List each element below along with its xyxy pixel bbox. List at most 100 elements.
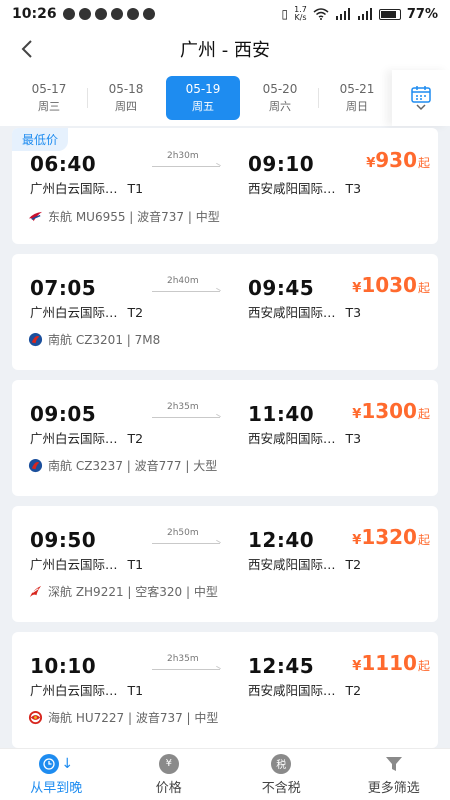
arrival-airport: 西安咸阳国际… T3	[248, 431, 362, 446]
arrival-airport: 西安咸阳国际… T3	[248, 181, 362, 196]
flight-list: 最低价 06:40 2h30m 09:10 ¥930起 广州白云国际… T1 西安…	[0, 126, 450, 748]
duration-line	[152, 417, 220, 418]
duration-line	[152, 291, 220, 292]
price-suffix: 起	[417, 533, 430, 547]
duration-line	[152, 543, 220, 544]
date-tab[interactable]: 05-18 周四	[87, 76, 163, 120]
tax-icon: 税	[271, 753, 292, 774]
date-tab[interactable]: 05-20 周六	[243, 76, 317, 120]
clock-icon	[39, 753, 60, 774]
duration-line	[152, 166, 220, 167]
date-tab-selected[interactable]: 05-19 周五	[166, 76, 240, 120]
price-value: 1030	[361, 273, 417, 297]
arrival-terminal: T2	[345, 683, 362, 698]
flight-card[interactable]: 07:05 2h40m 09:45 ¥1030起 广州白云国际… T2 西安咸阳国…	[12, 254, 438, 370]
date-tab[interactable]: 05-21 周日	[318, 76, 394, 120]
network-speed: 1.7 K/s	[294, 5, 307, 22]
price-sort-button[interactable]: ¥ 价格	[113, 749, 226, 800]
battery-icon	[378, 8, 401, 20]
price-value: 1300	[361, 399, 417, 423]
departure-airport: 广州白云国际… T1	[30, 181, 144, 196]
airline-info: 南航 CZ3237 | 波音777 | 大型	[28, 457, 217, 474]
price-sort-label: 价格	[155, 780, 182, 796]
price-suffix: 起	[417, 659, 430, 673]
china-southern-logo-icon	[28, 332, 43, 347]
arrival-airport: 西安咸阳国际… T3	[248, 305, 362, 320]
price-suffix: 起	[417, 156, 430, 170]
airline-info: 海航 HU7227 | 波音737 | 中型	[28, 709, 218, 726]
date-label: 05-21	[339, 82, 375, 96]
alarm-icon	[126, 8, 139, 20]
price: ¥1320起	[352, 525, 430, 549]
price-value: 930	[375, 148, 417, 172]
hainan-airlines-logo-icon	[28, 710, 43, 725]
status-time: 10:26	[12, 6, 57, 22]
sort-label: 从早到晚	[30, 780, 83, 796]
flight-duration: 2h30m	[167, 151, 199, 161]
departure-terminal: T1	[127, 683, 144, 698]
airline-info: 东航 MU6955 | 波音737 | 中型	[28, 208, 220, 225]
signal-icon	[357, 8, 372, 20]
flight-duration: 2h35m	[167, 654, 199, 664]
no-tax-label: 不含税	[261, 780, 301, 796]
departure-airport: 广州白云国际… T1	[30, 683, 144, 698]
weekday-label: 周四	[115, 100, 137, 113]
calendar-button[interactable]	[392, 70, 450, 126]
arrow-down-icon: ↓	[61, 755, 74, 772]
more-filters-label: 更多筛选	[367, 780, 420, 796]
flight-card[interactable]: 最低价 06:40 2h30m 09:10 ¥930起 广州白云国际… T1 西安…	[12, 128, 438, 244]
bottom-filter-bar: ↓ 从早到晚 ¥ 价格 税 不含税 更多筛选	[0, 748, 450, 800]
date-selector: 05-17 周三 05-18 周四 05-19 周五 05-20 周六 05-2…	[0, 70, 450, 126]
arrival-time: 11:40	[248, 402, 315, 426]
status-right: ▯ 1.7 K/s 77%	[282, 6, 438, 22]
battery-percent: 77%	[406, 6, 438, 22]
flight-card[interactable]: 09:50 2h50m 12:40 ¥1320起 广州白云国际… T1 西安咸阳国…	[12, 506, 438, 622]
date-tab[interactable]: 05-17 周三	[12, 76, 86, 120]
arrival-time: 12:45	[248, 654, 315, 678]
price: ¥1300起	[352, 399, 430, 423]
page-title: 广州 - 西安	[180, 40, 270, 61]
bluetooth-icon	[142, 8, 155, 20]
flight-duration: 2h50m	[167, 528, 199, 538]
back-button[interactable]	[14, 36, 40, 62]
departure-terminal: T1	[127, 557, 144, 572]
status-bar: 10:26 ▯ 1.7 K/s 77%	[0, 0, 450, 28]
chevron-down-icon	[416, 104, 426, 111]
departure-airport: 广州白云国际… T1	[30, 557, 144, 572]
departure-terminal: T2	[127, 431, 144, 446]
arrival-terminal: T3	[345, 431, 362, 446]
signal-icon	[335, 8, 350, 20]
duration-line	[152, 669, 220, 670]
arrival-airport: 西安咸阳国际… T2	[248, 557, 362, 572]
arrival-terminal: T3	[345, 181, 362, 196]
price-value: 1320	[361, 525, 417, 549]
departure-time: 06:40	[30, 152, 97, 176]
yen-icon: ¥	[158, 753, 179, 774]
price: ¥1030起	[352, 273, 430, 297]
wifi-icon	[313, 8, 329, 20]
more-filters-button[interactable]: 更多筛选	[338, 749, 450, 800]
flight-card[interactable]: 10:10 2h35m 12:45 ¥1110起 广州白云国际… T1 西安咸阳国…	[12, 632, 438, 748]
china-southern-logo-icon	[28, 458, 43, 473]
arrival-terminal: T2	[345, 557, 362, 572]
app-notification-icon	[78, 8, 91, 20]
date-label: 05-19	[185, 82, 221, 96]
price-suffix: 起	[417, 281, 430, 295]
arrival-time: 12:40	[248, 528, 315, 552]
sort-early-to-late-button[interactable]: ↓ 从早到晚	[0, 749, 113, 800]
filter-icon	[385, 756, 402, 771]
app-notification-icon	[62, 8, 75, 20]
header: 广州 - 西安	[0, 28, 450, 70]
price: ¥930起	[366, 148, 430, 172]
price-value: 1110	[361, 651, 417, 675]
date-label: 05-18	[108, 82, 144, 96]
weekday-label: 周六	[269, 100, 291, 113]
departure-airport: 广州白云国际… T2	[30, 305, 144, 320]
arrival-time: 09:10	[248, 152, 315, 176]
china-eastern-logo-icon	[28, 211, 43, 222]
notification-icons	[62, 8, 155, 20]
arrival-time: 09:45	[248, 276, 315, 300]
flight-card[interactable]: 09:05 2h35m 11:40 ¥1300起 广州白云国际… T2 西安咸阳国…	[12, 380, 438, 496]
no-tax-button[interactable]: 税 不含税	[225, 749, 338, 800]
airline-info: 南航 CZ3201 | 7M8	[28, 331, 160, 348]
